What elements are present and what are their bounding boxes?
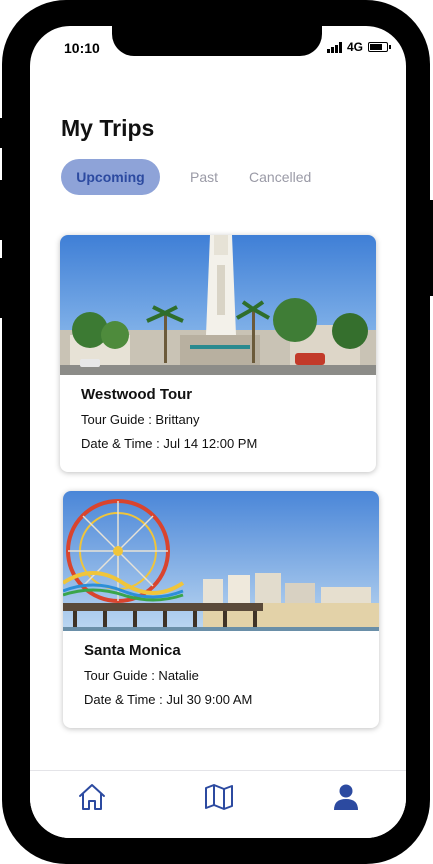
trip-title: Santa Monica <box>84 642 181 659</box>
trip-tabs: Upcoming Past Cancelled <box>61 159 311 195</box>
trip-guide: Tour Guide : Natalie <box>84 668 199 683</box>
westwood-photo <box>60 235 376 375</box>
page-title: My Trips <box>61 115 155 141</box>
network-label: 4G <box>346 40 363 54</box>
santa-monica-photo <box>63 491 379 631</box>
trip-guide: Tour Guide : Brittany <box>81 412 200 427</box>
signal-icon <box>326 41 342 53</box>
volume-down-button <box>0 258 6 318</box>
tab-cancelled[interactable]: Cancelled <box>249 169 311 185</box>
status-indicators: 4G <box>326 40 391 54</box>
trip-card-santa-monica[interactable]: Santa Monica Tour Guide : Natalie Date &… <box>63 491 379 728</box>
home-icon <box>79 784 105 810</box>
trip-datetime: Date & Time : Jul 30 9:00 AM <box>84 692 253 707</box>
map-icon <box>205 784 233 810</box>
volume-up-button <box>0 180 6 240</box>
nav-map[interactable] <box>203 781 235 813</box>
status-time: 10:10 <box>64 40 100 56</box>
nav-profile[interactable] <box>330 781 362 813</box>
bottom-nav <box>30 770 406 838</box>
notch <box>112 26 322 56</box>
tab-upcoming[interactable]: Upcoming <box>61 159 160 195</box>
nav-home[interactable] <box>76 781 108 813</box>
trip-card-westwood[interactable]: Westwood Tour Tour Guide : Brittany Date… <box>60 235 376 472</box>
power-button <box>426 200 433 296</box>
trip-title: Westwood Tour <box>81 386 193 403</box>
trip-datetime: Date & Time : Jul 14 12:00 PM <box>81 436 258 451</box>
app-screen: 10:10 4G My Trips Upcoming Past Cancelle… <box>30 26 406 838</box>
battery-icon <box>368 42 391 52</box>
tab-past[interactable]: Past <box>190 169 218 185</box>
mute-switch <box>0 118 6 148</box>
phone-frame: 10:10 4G My Trips Upcoming Past Cancelle… <box>0 0 433 864</box>
profile-icon <box>334 784 358 810</box>
